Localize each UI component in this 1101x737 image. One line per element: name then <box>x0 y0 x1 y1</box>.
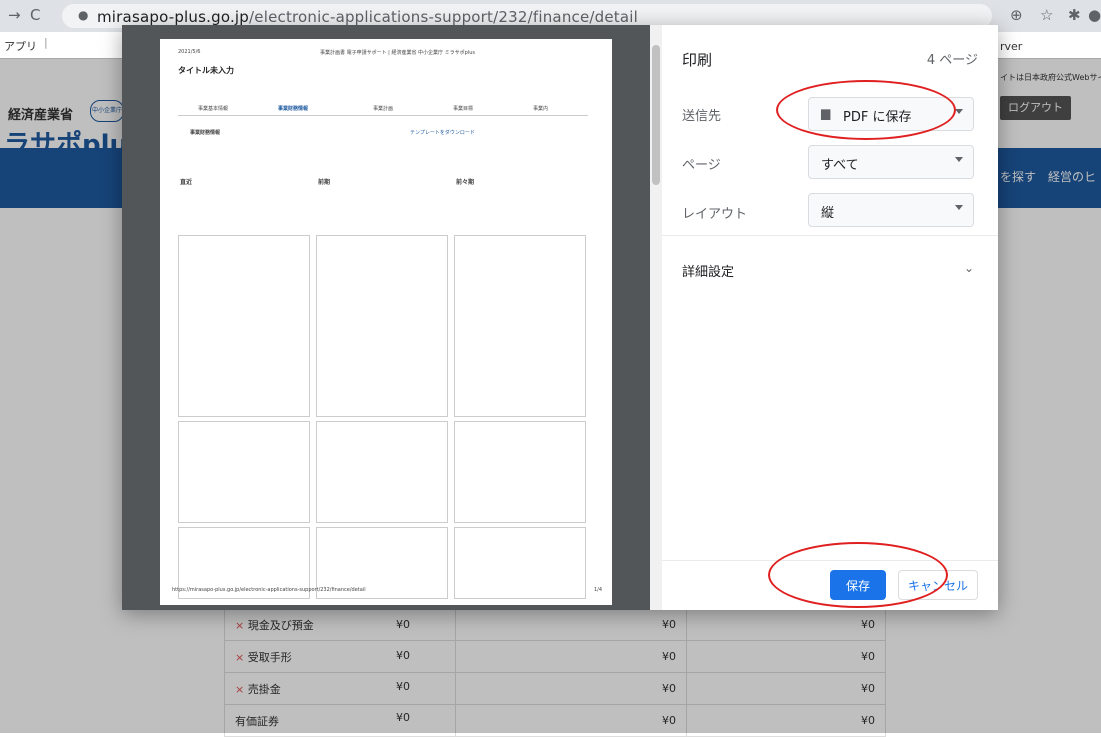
preview-date: 2021/5/6 <box>178 49 201 55</box>
preview-table-col <box>316 421 448 523</box>
bookmark-apps[interactable]: アプリ <box>4 38 37 54</box>
dropdown-arrow-icon <box>955 157 963 162</box>
annotation-circle <box>768 542 948 608</box>
star-icon[interactable]: ☆ <box>1040 6 1053 24</box>
header-text: rver <box>1000 40 1023 53</box>
scrollbar-thumb[interactable] <box>652 45 660 185</box>
preview-table-col <box>454 421 586 523</box>
annotation-circle <box>776 80 956 140</box>
preview-header: 事業計画書 電子申請サポート | 経済産業省 中小企業庁 ミラサポplus <box>320 50 475 56</box>
chevron-down-icon[interactable]: ⌄ <box>964 261 974 275</box>
preview-column: 前期 <box>318 179 331 186</box>
preview-table-col <box>454 527 586 599</box>
layout-select[interactable]: 縦 <box>808 193 974 227</box>
pages-value: すべて <box>821 158 859 173</box>
reload-icon[interactable]: C <box>30 6 40 24</box>
preview-tab: 事業基本情報 <box>198 106 229 112</box>
preview-table-col <box>178 235 310 417</box>
pages-label: ページ <box>682 158 721 173</box>
page-count: 4 ページ <box>926 53 978 68</box>
preview-scrollbar[interactable] <box>650 25 662 610</box>
preview-template-link: テンプレートをダウンロード <box>410 130 475 136</box>
preview-column: 直近 <box>180 179 193 186</box>
url-text[interactable]: mirasapo-plus.go.jp/electronic-applicati… <box>97 8 638 26</box>
profile-icon[interactable]: ● <box>1088 6 1101 24</box>
more-settings-label[interactable]: 詳細設定 <box>682 261 734 280</box>
dialog-title: 印刷 <box>682 51 713 69</box>
preview-tab: 事業目標 <box>453 106 474 112</box>
layout-label: レイアウト <box>682 207 748 222</box>
preview-table-col <box>178 421 310 523</box>
preview-tab: 事業内 <box>533 106 549 112</box>
preview-page[interactable]: 2021/5/6 事業計画書 電子申請サポート | 経済産業省 中小企業庁 ミラ… <box>160 39 612 605</box>
extensions-icon[interactable]: ✱ <box>1068 6 1081 24</box>
preview-title: タイトル未入力 <box>178 66 234 75</box>
preview-table-col <box>316 235 448 417</box>
forward-icon[interactable]: → <box>8 6 21 24</box>
dropdown-arrow-icon <box>955 205 963 210</box>
preview-footer-page: 1/4 <box>594 587 603 593</box>
preview-table-col <box>454 235 586 417</box>
print-preview: 2021/5/6 事業計画書 電子申請サポート | 経済産業省 中小企業庁 ミラ… <box>122 25 662 610</box>
lock-icon[interactable]: ● <box>78 8 88 22</box>
layout-value: 縦 <box>821 206 835 221</box>
pages-select[interactable]: すべて <box>808 145 974 179</box>
dropdown-arrow-icon <box>955 109 963 114</box>
preview-tabs: 事業基本情報 事業財務情報 事業計画 事業目標 事業内 <box>178 101 588 116</box>
destination-label: 送信先 <box>682 109 722 124</box>
bookmark-divider: | <box>44 36 48 49</box>
preview-column: 前々期 <box>456 179 475 186</box>
settings-divider <box>662 235 998 236</box>
preview-section: 事業財務情報 <box>190 130 221 136</box>
preview-tab: 事業計画 <box>373 106 394 112</box>
zoom-icon[interactable]: ⊕ <box>1010 6 1023 24</box>
preview-footer-url: https://mirasapo-plus.go.jp/electronic-a… <box>172 587 366 593</box>
preview-tab: 事業財務情報 <box>278 106 309 112</box>
